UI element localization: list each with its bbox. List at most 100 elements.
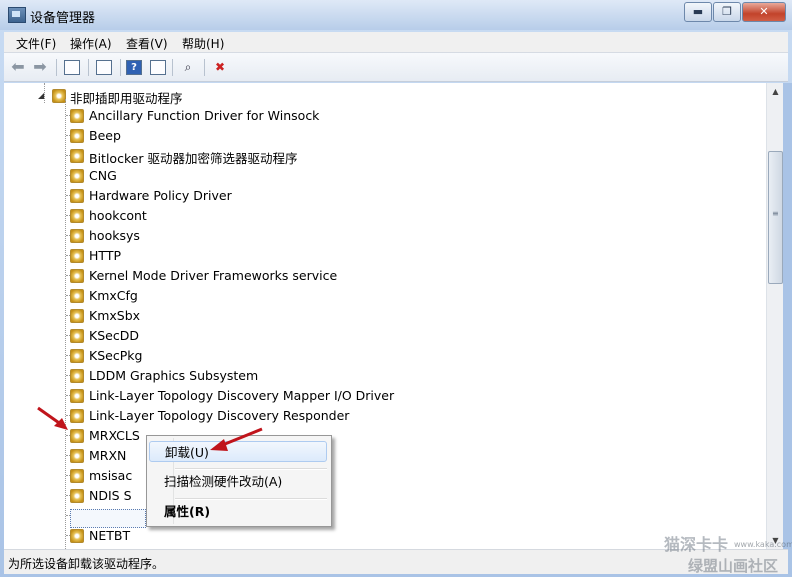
- device-label: LDDM Graphics Subsystem: [89, 368, 259, 383]
- close-button[interactable]: ✕: [742, 2, 786, 22]
- device-row[interactable]: Link-Layer Topology Discovery Responder: [4, 406, 766, 426]
- back-arrow-icon[interactable]: ⬅: [8, 58, 28, 76]
- red-arrow-annotation-left: [37, 406, 68, 430]
- watermark-line1: 猫深卡卡: [664, 535, 729, 554]
- selected-item-highlight: [70, 509, 146, 528]
- menu-separator: [175, 498, 327, 500]
- menu-item-scan-hardware[interactable]: 扫描检测硬件改动(A): [149, 471, 327, 492]
- device-label: MRXN: [89, 448, 127, 463]
- forward-arrow-icon[interactable]: ➡: [30, 58, 50, 76]
- watermark-line2: 绿盟山画社区: [688, 557, 779, 575]
- toolbar-separator: [88, 59, 89, 76]
- device-label: KmxCfg: [89, 288, 138, 303]
- driver-gear-icon: [70, 169, 84, 183]
- driver-gear-icon: [70, 369, 84, 383]
- driver-gear-icon: [70, 329, 84, 343]
- menu-file[interactable]: 文件(F): [16, 35, 56, 52]
- category-label: 非即插即用驱动程序: [70, 91, 183, 106]
- driver-gear-icon: [70, 269, 84, 283]
- device-manager-window: 设备管理器 ▬ ❐ ✕ 文件(F) 操作(A) 查看(V) 帮助(H) ⬅ ➡ …: [0, 0, 792, 577]
- show-hide-console-tree-icon[interactable]: [62, 58, 82, 76]
- device-label: Link-Layer Topology Discovery Responder: [89, 408, 350, 423]
- device-row[interactable]: KmxSbx: [4, 306, 766, 326]
- driver-gear-icon: [70, 149, 84, 163]
- window-title: 设备管理器: [30, 11, 96, 26]
- device-label: CNG: [89, 168, 117, 183]
- device-label: Bitlocker 驱动器加密筛选器驱动程序: [89, 151, 298, 166]
- driver-gear-icon: [70, 449, 84, 463]
- device-manager-icon: [8, 7, 26, 23]
- watermark-url: www.kaka.com: [734, 540, 792, 549]
- device-row[interactable]: NDIS S: [4, 486, 766, 506]
- driver-gear-icon: [70, 129, 84, 143]
- action-pane-icon[interactable]: [148, 58, 168, 76]
- device-label: Hardware Policy Driver: [89, 188, 232, 203]
- menu-item-properties[interactable]: 属性(R): [149, 501, 327, 522]
- driver-category-icon: [52, 89, 66, 103]
- device-row[interactable]: KSecDD: [4, 326, 766, 346]
- device-row[interactable]: HTTP: [4, 246, 766, 266]
- driver-gear-icon: [70, 189, 84, 203]
- device-row[interactable]: Kernel Mode Driver Frameworks service: [4, 266, 766, 286]
- status-text: 为所选设备卸载该驱动程序。: [8, 557, 165, 571]
- device-row[interactable]: Beep: [4, 126, 766, 146]
- menu-action[interactable]: 操作(A): [70, 35, 112, 52]
- toolbar-separator: [56, 59, 57, 76]
- device-label: NETBT: [89, 528, 131, 543]
- driver-gear-icon: [70, 529, 84, 543]
- device-label: KSecPkg: [89, 348, 143, 363]
- device-row[interactable]: Bitlocker 驱动器加密筛选器驱动程序: [4, 146, 766, 166]
- properties-icon[interactable]: [94, 58, 114, 76]
- driver-gear-icon: [70, 209, 84, 223]
- device-row[interactable]: KmxCfg: [4, 286, 766, 306]
- menu-view[interactable]: 查看(V): [126, 35, 168, 52]
- toolbar-separator: [120, 59, 121, 76]
- caption-buttons: ▬ ❐ ✕: [683, 2, 786, 22]
- device-label: KSecDD: [89, 328, 139, 343]
- device-label: NDIS S: [89, 488, 132, 503]
- device-label: MRXCLS: [89, 428, 140, 443]
- device-label: Link-Layer Topology Discovery Mapper I/O…: [89, 388, 395, 403]
- device-row[interactable]: CNG: [4, 166, 766, 186]
- device-row[interactable]: NETBT: [4, 526, 766, 546]
- driver-gear-icon: [70, 109, 84, 123]
- device-row[interactable]: KSecPkg: [4, 346, 766, 366]
- help-icon[interactable]: ?: [124, 58, 144, 76]
- menu-help[interactable]: 帮助(H): [182, 35, 224, 52]
- toolbar-separator: [172, 59, 173, 76]
- device-label: Beep: [89, 128, 121, 143]
- device-label: hookcont: [89, 208, 147, 223]
- device-label: msisac: [89, 468, 133, 483]
- driver-gear-icon: [70, 389, 84, 403]
- device-label: hooksys: [89, 228, 140, 243]
- menu-separator: [175, 468, 327, 470]
- device-row[interactable]: Hardware Policy Driver: [4, 186, 766, 206]
- device-row[interactable]: msisac: [4, 466, 766, 486]
- device-row[interactable]: MRXN: [4, 446, 766, 466]
- device-row[interactable]: MRXCLS: [4, 426, 766, 446]
- window-border: [783, 83, 792, 549]
- device-row[interactable]: hooksys: [4, 226, 766, 246]
- tree-category-row[interactable]: 非即插即用驱动程序: [4, 86, 766, 106]
- vertical-scrollbar[interactable]: ▲ ≡ ▼: [766, 83, 784, 549]
- maximize-button[interactable]: ❐: [713, 2, 741, 22]
- driver-gear-icon: [70, 309, 84, 323]
- driver-gear-icon: [70, 489, 84, 503]
- uninstall-device-icon[interactable]: ✖: [210, 58, 230, 76]
- device-row[interactable]: LDDM Graphics Subsystem: [4, 366, 766, 386]
- title-bar[interactable]: 设备管理器 ▬ ❐ ✕: [0, 0, 792, 30]
- device-row[interactable]: Ancillary Function Driver for Winsock: [4, 106, 766, 126]
- driver-gear-icon: [70, 289, 84, 303]
- scan-hardware-icon[interactable]: ⌕: [178, 58, 198, 76]
- driver-gear-icon: [70, 249, 84, 263]
- device-row[interactable]: hookcont: [4, 206, 766, 226]
- watermark: 猫深卡卡 www.kaka.com 绿盟山画社区: [664, 531, 792, 575]
- driver-gear-icon: [70, 349, 84, 363]
- minimize-button[interactable]: ▬: [684, 2, 712, 22]
- device-tree: ◢ 非即插即用驱动程序 Ancillary Function Driver fo…: [4, 83, 766, 549]
- scroll-thumb[interactable]: ≡: [768, 151, 783, 284]
- driver-gear-icon: [70, 229, 84, 243]
- device-row[interactable]: Link-Layer Topology Discovery Mapper I/O…: [4, 386, 766, 406]
- scroll-up-arrow-icon[interactable]: ▲: [767, 83, 784, 100]
- device-label: Ancillary Function Driver for Winsock: [89, 108, 320, 123]
